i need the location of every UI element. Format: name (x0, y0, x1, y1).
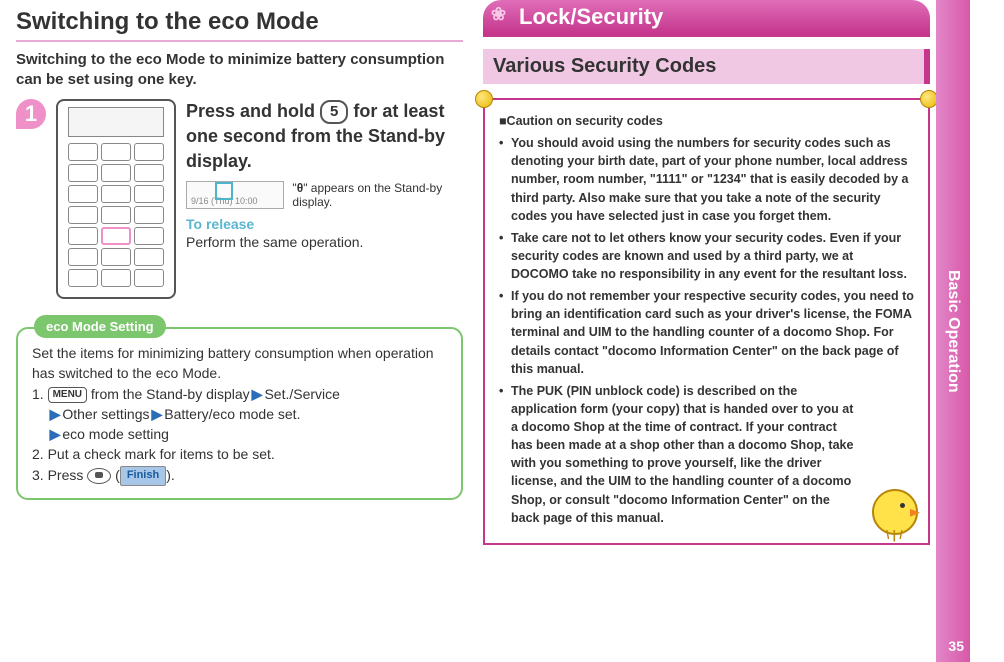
step-text-a: Press and hold (186, 101, 320, 121)
step-1-row: 1 Press and hold 5 for at least on (16, 99, 463, 299)
eco-setting-intro: Set the items for minimizing battery con… (32, 343, 447, 384)
chick-mascot-icon: \ | / (868, 481, 926, 545)
pin-icon (475, 90, 493, 108)
caution-bullet: Take care not to let others know your se… (499, 229, 914, 283)
section-lead: Switching to the eco Mode to minimize ba… (16, 50, 463, 89)
right-column: Lock/Security Various Security Codes ■Ca… (475, 0, 970, 662)
caution-box: ■Caution on security codes You should av… (483, 98, 930, 545)
arrow-icon: ▶ (50, 406, 61, 422)
caution-heading: ■Caution on security codes (499, 112, 914, 130)
arrow-icon: ▶ (50, 426, 61, 442)
to-release-heading: To release (186, 216, 463, 232)
lock-security-heading: Lock/Security (483, 0, 930, 34)
page-number: 35 (948, 638, 964, 654)
step-number-badge: 1 (16, 99, 46, 129)
finish-chip: Finish (120, 466, 166, 486)
menu-key-icon: MENU (48, 387, 87, 404)
eco-setting-step1: 1. MENU from the Stand-by display▶Set./S… (32, 384, 447, 445)
standby-mini-illustration: 9/16 (Thu) 10:00 (186, 181, 284, 209)
caution-bullet: The PUK (PIN unblock code) is described … (499, 382, 914, 527)
eco-setting-step2: 2. Put a check mark for items to be set. (32, 444, 447, 464)
eco-mode-setting-label: eco Mode Setting (34, 315, 166, 338)
side-tab-label: Basic Operation (944, 270, 962, 393)
phone-illustration (56, 99, 176, 299)
arrow-icon: ▶ (252, 386, 263, 402)
various-security-codes-heading: Various Security Codes (483, 49, 930, 84)
key-5-highlight (101, 227, 131, 245)
key-5-icon: 5 (320, 100, 348, 124)
side-tab: Basic Operation (936, 0, 970, 662)
status-caption: "θ" appears on the Stand-by display. (292, 181, 463, 210)
arrow-icon: ▶ (152, 406, 163, 422)
step-text: Press and hold 5 for at least one second… (186, 99, 463, 299)
eco-mode-setting-box: eco Mode Setting Set the items for minim… (16, 327, 463, 500)
camera-key-icon (87, 468, 111, 484)
eco-setting-step3: 3. Press (Finish). (32, 465, 447, 486)
caution-bullet: If you do not remember your respective s… (499, 287, 914, 378)
caution-bullets: You should avoid using the numbers for s… (499, 134, 914, 527)
eco-indicator-highlight (215, 182, 233, 200)
caution-bullet: You should avoid using the numbers for s… (499, 134, 914, 225)
section-title-eco: Switching to the eco Mode (16, 8, 463, 42)
left-column: Switching to the eco Mode Switching to t… (0, 0, 475, 662)
to-release-body: Perform the same operation. (186, 234, 463, 250)
